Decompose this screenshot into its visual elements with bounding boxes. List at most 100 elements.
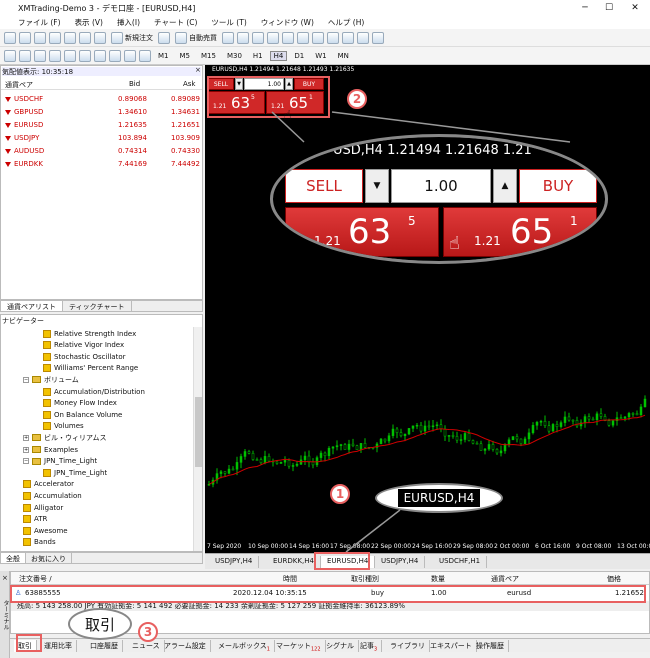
tab-symbols[interactable]: 通貨ペアリスト [1,301,63,311]
col-ask[interactable]: Ask [183,80,196,88]
nav-item[interactable]: Alligator [23,502,63,513]
nav-item[interactable]: Accelerator [23,479,74,490]
tab-favorites[interactable]: お気に入り [26,553,72,563]
candlestick-icon[interactable] [237,31,249,44]
expand-icon[interactable]: − [23,376,29,383]
menu-tools[interactable]: ツール (T) [211,17,246,28]
nav-item[interactable]: + ビル・ウィリアムス [23,432,107,443]
new-order-button[interactable]: 新規注文 [109,31,155,44]
market-row-audusd[interactable]: AUDUSD 0.74314 0.74330 [1,145,202,158]
nav-item[interactable]: ATR [23,514,47,525]
horizontal-line-icon[interactable] [49,49,61,62]
chart-shift-icon[interactable] [327,31,339,44]
nav-item[interactable]: Bands [23,537,56,548]
zoom-sell-button[interactable]: SELL [285,169,363,203]
market-row-eurdkk[interactable]: EURDKK 7.44169 7.44492 [1,158,202,171]
menu-insert[interactable]: 挿入(I) [117,17,140,28]
nav-item[interactable]: Stochastic Oscillator [43,351,126,362]
tester-icon[interactable] [94,31,106,44]
tf-d1[interactable]: D1 [290,51,308,61]
menu-file[interactable]: ファイル (F) [18,17,61,28]
nav-item[interactable]: − ボリューム [23,374,79,385]
col-price[interactable]: 価格 [607,574,621,584]
col-symbol[interactable]: 通貨ペア [5,80,33,90]
nav-item[interactable]: + Examples [23,444,78,455]
tf-h1[interactable]: H1 [249,51,267,61]
indicators-icon[interactable] [342,31,354,44]
text-icon[interactable] [109,49,121,62]
tf-h4[interactable]: H4 [269,50,288,61]
chart-tab[interactable]: USDJPY,H4 [375,556,426,568]
terminal-tab[interactable]: 記事3 [356,640,383,652]
zoom-lot-input[interactable]: 1.00 [391,169,491,203]
close-button[interactable]: ✕ [624,0,646,16]
nav-item[interactable]: Money Flow Index [43,398,117,409]
tf-m5[interactable]: M5 [176,51,195,61]
zoom-buy-price-button[interactable]: 1.21 65 1 [443,207,597,257]
chart-tab[interactable]: USDCHF,H1 [433,556,488,568]
navigator-scrollbar[interactable] [193,327,202,551]
tf-m15[interactable]: M15 [197,51,220,61]
terminal-tab[interactable]: ライブラリ [386,640,430,652]
cursor-icon[interactable] [4,49,16,62]
terminal-tab[interactable]: マーケット122 [272,640,326,652]
terminal-tab[interactable]: エキスパート [426,640,477,652]
tab-common[interactable]: 全般 [1,553,26,563]
menu-view[interactable]: 表示 (V) [75,17,103,28]
market-row-gbpusd[interactable]: GBPUSD 1.34610 1.34631 [1,106,202,119]
expand-icon[interactable]: + [23,446,29,453]
zoom-buy-button[interactable]: BUY [519,169,597,203]
nav-item[interactable]: On Balance Volume [43,409,122,420]
nav-item[interactable]: Accumulation/Distribution [43,386,145,397]
nav-item[interactable]: Williams' Percent Range [43,363,138,374]
col-ticket[interactable]: 注文番号 / [19,574,52,584]
nav-item[interactable]: Relative Vigor Index [43,340,124,351]
vertical-line-icon[interactable] [34,49,46,62]
tf-mn[interactable]: MN [334,51,353,61]
market-watch-close-button[interactable]: × [195,66,201,74]
nav-item[interactable]: Volumes [43,421,84,432]
expand-icon[interactable]: − [23,458,29,465]
channel-icon[interactable] [79,49,91,62]
terminal-close-button[interactable]: × [2,574,8,582]
expand-icon[interactable]: + [23,434,29,441]
terminal-tab[interactable]: シグナル [322,640,359,652]
terminal-tab[interactable]: メールボックス1 [214,640,275,652]
label-icon[interactable] [124,49,136,62]
nav-item[interactable]: Awesome [23,525,68,536]
trendline-icon[interactable] [64,49,76,62]
auto-trading-button[interactable]: 自動売買 [173,31,219,44]
tf-w1[interactable]: W1 [311,51,330,61]
menu-window[interactable]: ウィンドウ (W) [261,17,314,28]
market-row-eurusd[interactable]: EURUSD 1.21635 1.21651 [1,119,202,132]
tf-m1[interactable]: M1 [154,51,173,61]
menu-help[interactable]: ヘルプ (H) [328,17,364,28]
data-window-icon[interactable] [49,31,61,44]
metaeditor-icon[interactable] [158,31,170,44]
zoom-lot-down-icon[interactable]: ▼ [365,169,389,203]
fibonacci-icon[interactable] [94,49,106,62]
line-chart-icon[interactable] [252,31,264,44]
tile-windows-icon[interactable] [297,31,309,44]
market-row-usdjpy[interactable]: USDJPY 103.894 103.909 [1,132,202,145]
new-chart-icon[interactable] [4,31,16,44]
scroll-thumb[interactable] [195,397,202,467]
profiles-icon[interactable] [19,31,31,44]
col-time[interactable]: 時間 [283,574,297,584]
col-bid[interactable]: Bid [129,80,140,88]
terminal-tab[interactable]: 口座履歴 [86,640,123,652]
chart-tab[interactable]: EURDKK,H4 [267,556,321,568]
zoom-out-icon[interactable] [282,31,294,44]
nav-item[interactable]: Relative Strength Index [43,328,136,339]
navigator-icon[interactable] [64,31,76,44]
terminal-tab[interactable]: アラーム設定 [160,640,211,652]
arrows-icon[interactable] [139,49,151,62]
terminal-tab[interactable]: 操作履歴 [472,640,509,652]
nav-item[interactable]: JPN_Time_Light [43,467,107,478]
chart-tab[interactable]: USDJPY,H4 [209,556,260,568]
maximize-button[interactable]: ☐ [598,0,620,16]
col-volume[interactable]: 数量 [431,574,445,584]
col-symbol[interactable]: 通貨ペア [491,574,519,584]
tf-m30[interactable]: M30 [223,51,246,61]
templates-icon[interactable] [372,31,384,44]
